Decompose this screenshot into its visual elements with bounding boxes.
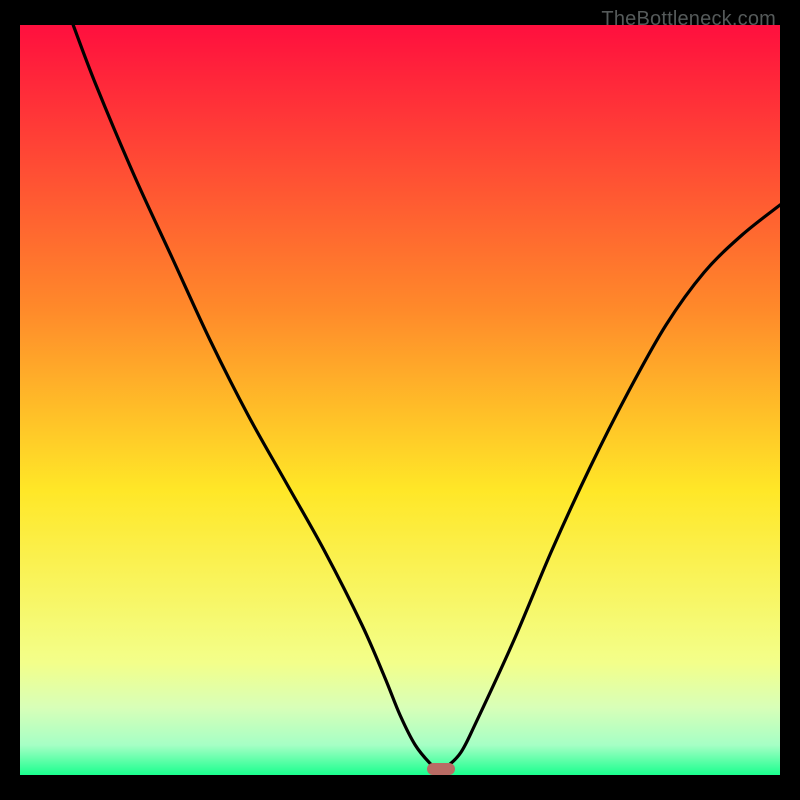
chart-frame: TheBottleneck.com [10,10,790,790]
optimum-marker [427,763,455,775]
bottleneck-curve [20,25,780,775]
plot-area [20,25,780,775]
watermark-text: TheBottleneck.com [601,8,776,31]
